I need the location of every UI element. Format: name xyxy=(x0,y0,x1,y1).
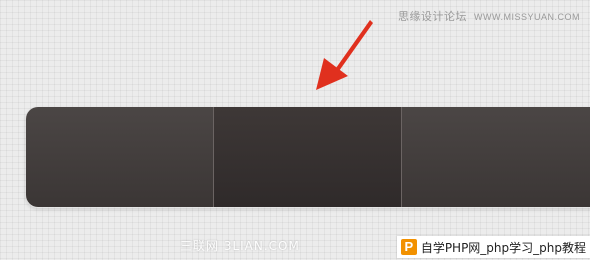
watermark-top-chinese: 思缘设计论坛 xyxy=(398,10,467,23)
nav-item-3[interactable] xyxy=(402,107,590,207)
red-arrow-icon xyxy=(316,20,373,90)
navigation-bar xyxy=(26,107,590,207)
watermark-top-english: WWW.MISSYUAN.COM xyxy=(474,12,580,22)
watermark-bottom-left: 三联网 3LIAN.COM xyxy=(180,239,300,253)
php-logo-icon: P xyxy=(400,239,417,255)
nav-item-1[interactable] xyxy=(26,107,214,207)
nav-item-2-hovered[interactable] xyxy=(214,107,402,207)
watermark-top: 思缘设计论坛 WWW.MISSYUAN.COM xyxy=(398,8,580,24)
watermark-bottom-right-text: 自学PHP网_php学习_php教程 xyxy=(420,240,586,255)
watermark-bottom-right: P 自学PHP网_php学习_php教程 xyxy=(396,236,590,258)
